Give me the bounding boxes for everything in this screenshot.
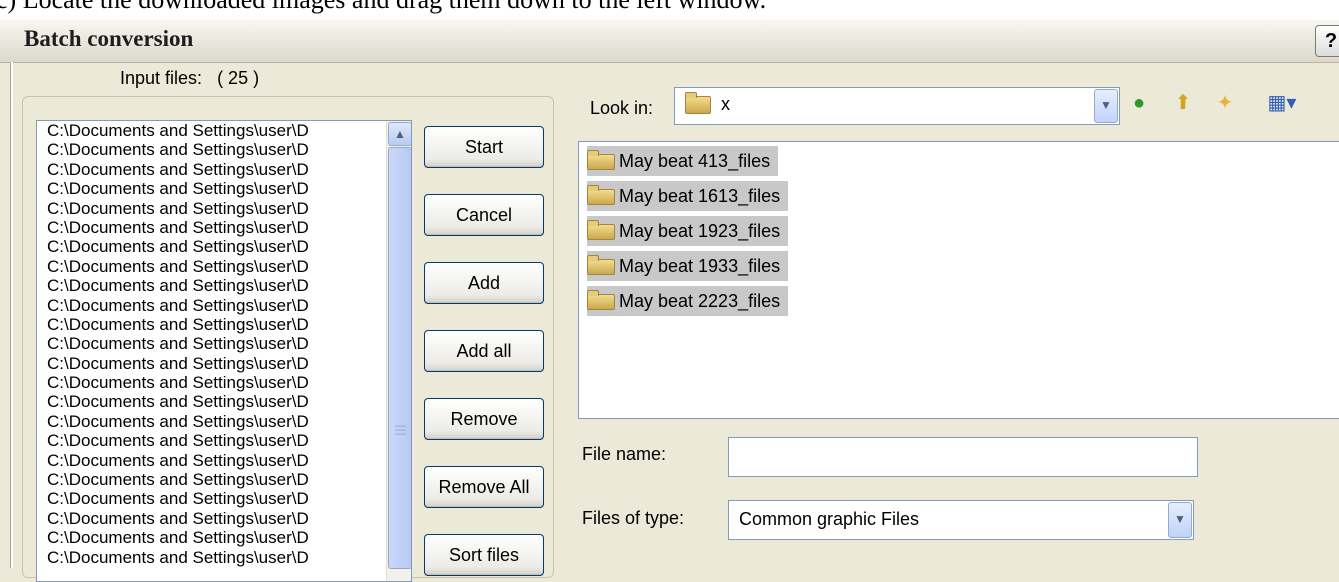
folder-item[interactable]: May beat 2223_files [587, 286, 789, 316]
look-in-label: Look in: [590, 98, 654, 118]
folder-item-label: May beat 1923_files [619, 221, 781, 241]
folder-item[interactable]: May beat 1613_files [587, 181, 789, 211]
dialog-titlebar: Batch conversion ? [0, 20, 1339, 63]
folder-icon [587, 150, 615, 171]
folder-item-label: May beat 1933_files [619, 256, 781, 276]
file-browser-pane[interactable]: May beat 413_files May beat 1613_files May… [578, 141, 1339, 419]
look-in-combo[interactable]: x ▼ [674, 87, 1120, 125]
file-type-value: Common graphic Files [739, 509, 920, 529]
help-button[interactable]: ? [1315, 25, 1339, 57]
cancel-button[interactable]: Cancel [424, 194, 544, 236]
file-name-label: File name: [582, 444, 667, 464]
folder-icon [587, 220, 615, 241]
chevron-down-icon[interactable]: ▼ [1168, 502, 1192, 538]
new-folder-icon[interactable]: ✦ [1212, 90, 1238, 116]
folder-item[interactable]: May beat 413_files [587, 146, 779, 176]
file-type-select[interactable]: Common graphic Files ▼ [728, 500, 1194, 540]
file-list-item[interactable]: C:\Documents and Settings\user\D [37, 470, 377, 489]
folder-icon [587, 185, 615, 206]
sort-files-button[interactable]: Sort files [424, 534, 544, 576]
folder-item[interactable]: May beat 1923_files [587, 216, 789, 246]
file-list-item[interactable]: C:\Documents and Settings\user\D [37, 160, 377, 179]
file-list-scrollbar[interactable]: ▲ — — — [386, 121, 411, 581]
file-name-input[interactable] [728, 437, 1198, 477]
file-list-item[interactable]: C:\Documents and Settings\user\D [37, 179, 377, 198]
add-button[interactable]: Add [424, 262, 544, 304]
folder-item-label: May beat 2223_files [619, 291, 781, 311]
scroll-thumb[interactable]: — — — [388, 147, 411, 569]
file-list-item[interactable]: C:\Documents and Settings\user\D [37, 276, 377, 295]
remove-button[interactable]: Remove [424, 398, 544, 440]
file-list-item[interactable]: C:\Documents and Settings\user\D [37, 218, 377, 237]
input-file-list[interactable]: C:\Documents and Settings\user\D C:\Docum… [36, 120, 412, 582]
folder-icon [587, 255, 615, 276]
file-list-item[interactable]: C:\Documents and Settings\user\D [37, 140, 377, 159]
add-all-button[interactable]: Add all [424, 330, 544, 372]
folder-icon [685, 92, 711, 115]
left-edge [10, 62, 13, 568]
view-menu-icon[interactable]: ▦▾ [1262, 90, 1302, 116]
file-list-item[interactable]: C:\Documents and Settings\user\D [37, 451, 377, 470]
file-list-item[interactable]: C:\Documents and Settings\user\D [37, 392, 377, 411]
look-in-value: x [721, 94, 731, 114]
file-list-item[interactable]: C:\Documents and Settings\user\D [37, 315, 377, 334]
folder-item-label: May beat 413_files [619, 151, 771, 171]
folder-item[interactable]: May beat 1933_files [587, 251, 789, 281]
file-list-item[interactable]: C:\Documents and Settings\user\D [37, 489, 377, 508]
input-files-count: ( 25 ) [217, 68, 260, 88]
file-list-item[interactable]: C:\Documents and Settings\user\D [37, 548, 377, 567]
file-list-item[interactable]: C:\Documents and Settings\user\D [37, 373, 377, 392]
file-list-item[interactable]: C:\Documents and Settings\user\D [37, 509, 377, 528]
chevron-down-icon[interactable]: ▼ [1094, 89, 1118, 123]
file-list-item[interactable]: C:\Documents and Settings\user\D [37, 237, 377, 256]
file-list-item[interactable]: C:\Documents and Settings\user\D [37, 431, 377, 450]
input-files-label: Input files: ( 25 ) [120, 68, 260, 88]
instruction-caption: c) Locate the downloaded images and drag… [0, 0, 1339, 20]
file-list-item[interactable]: C:\Documents and Settings\user\D [37, 528, 377, 547]
file-list-item[interactable]: C:\Documents and Settings\user\D [37, 121, 377, 140]
start-button[interactable]: Start [424, 126, 544, 168]
scroll-grip-icon: — — — [395, 420, 406, 440]
remove-all-button[interactable]: Remove All [424, 466, 544, 508]
file-list-item[interactable]: C:\Documents and Settings\user\D [37, 199, 377, 218]
folder-icon [587, 290, 615, 311]
dialog-title: Batch conversion [24, 26, 194, 51]
back-arrow-icon[interactable]: ● [1126, 90, 1152, 116]
file-type-label: Files of type: [582, 508, 685, 528]
file-list-item[interactable]: C:\Documents and Settings\user\D [37, 354, 377, 373]
file-list-item[interactable]: C:\Documents and Settings\user\D [37, 334, 377, 353]
file-list-item[interactable]: C:\Documents and Settings\user\D [37, 257, 377, 276]
up-folder-icon[interactable]: ⬆ [1170, 90, 1196, 116]
file-list-item[interactable]: C:\Documents and Settings\user\D [37, 412, 377, 431]
folder-item-label: May beat 1613_files [619, 186, 781, 206]
scroll-up-button[interactable]: ▲ [388, 122, 411, 146]
file-list-item[interactable]: C:\Documents and Settings\user\D [37, 296, 377, 315]
